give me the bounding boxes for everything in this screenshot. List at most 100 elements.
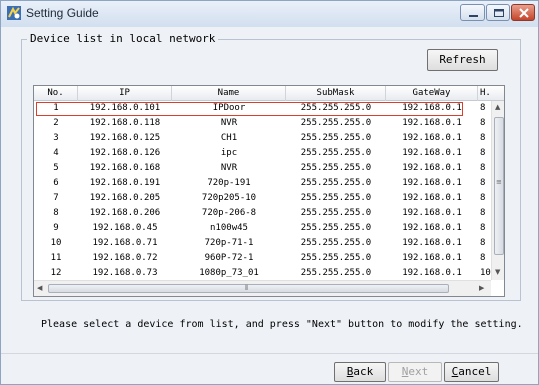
column-header-no[interactable]: No. — [34, 86, 78, 101]
cell-h: 10 — [480, 268, 491, 278]
cell-gateway: 192.168.0.1 — [402, 118, 462, 128]
close-button[interactable] — [511, 4, 535, 21]
setting-guide-app-icon — [7, 6, 21, 20]
cell-gateway: 192.168.0.1 — [402, 208, 462, 218]
table-row[interactable]: 10 192.168.0.71 720p-71-1 255.255.255.0 192.… — [34, 236, 492, 251]
cell-no: 11 — [50, 253, 62, 263]
cell-submask: 255.255.255.0 — [300, 223, 372, 233]
cell-no: 12 — [50, 268, 62, 278]
cell-ip: 192.168.0.45 — [92, 223, 158, 233]
cell-gateway: 192.168.0.1 — [402, 253, 462, 263]
minimize-button[interactable] — [460, 4, 485, 21]
cell-h: 8 — [480, 208, 486, 218]
cell-name: 720p205-10 — [201, 193, 257, 203]
back-button[interactable]: Back — [334, 362, 386, 382]
table-row[interactable]: 11 192.168.0.72 960P-72-1 255.255.255.0 192.… — [34, 251, 492, 266]
cell-submask: 255.255.255.0 — [300, 208, 372, 218]
table-row[interactable]: 4 192.168.0.126 ipc 255.255.255.0 192.168.0.… — [34, 146, 492, 161]
cell-submask: 255.255.255.0 — [300, 103, 372, 113]
cell-name: IPDoor — [212, 103, 246, 113]
cell-h: 8 — [480, 103, 486, 113]
cell-submask: 255.255.255.0 — [300, 163, 372, 173]
maximize-button[interactable] — [486, 4, 510, 21]
cell-h: 8 — [480, 118, 486, 128]
cell-name: 960P-72-1 — [204, 253, 254, 263]
back-label-post: ack — [353, 365, 374, 378]
cancel-button[interactable]: Cancel — [444, 362, 499, 382]
table-row[interactable]: 8 192.168.0.206 720p-206-8 255.255.255.0 192… — [34, 206, 492, 221]
refresh-button[interactable]: Refresh — [427, 49, 498, 71]
cell-no: 4 — [53, 148, 59, 158]
column-header-ip[interactable]: IP — [78, 86, 172, 101]
cell-no: 8 — [53, 208, 59, 218]
cell-no: 3 — [53, 133, 59, 143]
cell-ip: 192.168.0.206 — [89, 208, 161, 218]
cell-no: 2 — [53, 118, 59, 128]
cancel-label-post: ancel — [458, 365, 492, 378]
cell-name: ipc — [220, 148, 238, 158]
column-header-submask[interactable]: SubMask — [286, 86, 386, 101]
cell-submask: 255.255.255.0 — [300, 193, 372, 203]
cell-name: n100w45 — [210, 223, 248, 233]
cell-name: CH1 — [220, 133, 238, 143]
setting-guide-window: Setting Guide Device list in local netwo… — [0, 0, 539, 385]
vertical-scrollbar[interactable]: ▲ ≡ ▼ — [491, 101, 504, 280]
cell-gateway: 192.168.0.1 — [402, 163, 462, 173]
cell-no: 1 — [53, 103, 59, 113]
close-icon — [519, 8, 529, 18]
cell-ip: 192.168.0.71 — [92, 238, 158, 248]
cell-ip: 192.168.0.126 — [89, 148, 161, 158]
table-row[interactable]: 5 192.168.0.168 NVR 255.255.255.0 192.168.0.… — [34, 161, 492, 176]
cell-h: 8 — [480, 193, 486, 203]
table-row[interactable]: 3 192.168.0.125 CH1 255.255.255.0 192.168.0.… — [34, 131, 492, 146]
cell-no: 5 — [53, 163, 59, 173]
cell-no: 6 — [53, 178, 59, 188]
cell-gateway: 192.168.0.1 — [402, 238, 462, 248]
cell-gateway: 192.168.0.1 — [402, 223, 462, 233]
table-row[interactable]: 6 192.168.0.191 720p-191 255.255.255.0 192.1… — [34, 176, 492, 191]
cell-h: 8 — [480, 223, 486, 233]
horizontal-scroll-thumb[interactable]: ⦀ — [48, 284, 449, 293]
cell-name: NVR — [220, 163, 238, 173]
cell-ip: 192.168.0.168 — [89, 163, 161, 173]
cell-h: 8 — [480, 253, 486, 263]
device-list[interactable]: No. IP Name SubMask GateWay H. 1 192.168.… — [33, 85, 505, 297]
grip-icon: ⦀ — [245, 284, 249, 292]
table-row[interactable]: 1 192.168.0.101 IPDoor 255.255.255.0 192.168… — [34, 101, 492, 116]
scroll-up-arrow-icon[interactable]: ▲ — [495, 103, 500, 111]
cell-gateway: 192.168.0.1 — [402, 148, 462, 158]
column-header-name[interactable]: Name — [172, 86, 286, 101]
cell-submask: 255.255.255.0 — [300, 268, 372, 278]
cell-ip: 192.168.0.191 — [89, 178, 161, 188]
cell-h: 8 — [480, 133, 486, 143]
table-row[interactable]: 12 192.168.0.73 1080p_73_01 255.255.255.0 19… — [34, 266, 492, 281]
next-button[interactable]: Next — [388, 362, 442, 382]
cell-h: 8 — [480, 163, 486, 173]
table-row[interactable]: 7 192.168.0.205 720p205-10 255.255.255.0 192… — [34, 191, 492, 206]
cell-ip: 192.168.0.72 — [92, 253, 158, 263]
cell-gateway: 192.168.0.1 — [402, 193, 462, 203]
scroll-down-arrow-icon[interactable]: ▼ — [495, 268, 500, 276]
table-row[interactable]: 9 192.168.0.45 n100w45 255.255.255.0 192.168… — [34, 221, 492, 236]
cell-no: 10 — [50, 238, 62, 248]
vertical-scroll-thumb[interactable]: ≡ — [494, 117, 504, 255]
cell-no: 7 — [53, 193, 59, 203]
cell-name: 720p-206-8 — [201, 208, 257, 218]
cell-h: 8 — [480, 238, 486, 248]
list-header: No. IP Name SubMask GateWay H. — [34, 86, 504, 101]
column-header-h[interactable]: H. — [478, 86, 492, 101]
title-bar[interactable]: Setting Guide — [1, 1, 538, 27]
cell-submask: 255.255.255.0 — [300, 148, 372, 158]
scroll-right-arrow-icon[interactable]: ▶ — [479, 284, 484, 292]
window-title: Setting Guide — [26, 6, 99, 20]
column-header-gateway[interactable]: GateWay — [386, 86, 478, 101]
scroll-left-arrow-icon[interactable]: ◀ — [37, 284, 42, 292]
cell-submask: 255.255.255.0 — [300, 253, 372, 263]
cell-submask: 255.255.255.0 — [300, 178, 372, 188]
horizontal-scrollbar[interactable]: ◀ ⦀ ▶ — [34, 280, 491, 296]
table-row[interactable]: 2 192.168.0.118 NVR 255.255.255.0 192.168.0.… — [34, 116, 492, 131]
group-legend: Device list in local network — [27, 32, 219, 45]
cell-submask: 255.255.255.0 — [300, 238, 372, 248]
cell-name: 720p-71-1 — [204, 238, 254, 248]
cell-no: 9 — [53, 223, 59, 233]
